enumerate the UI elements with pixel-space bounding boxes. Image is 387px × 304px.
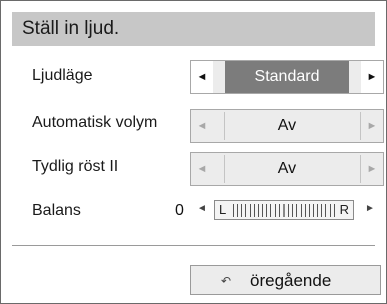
balance-left-marker: L [219,202,227,217]
clear-voice-next-button[interactable]: ► [361,153,383,185]
balance-right-arrow[interactable]: ► [365,203,375,214]
sound-mode-next-button[interactable]: ► [361,61,383,93]
menu-title: Ställ in ljud. [22,18,120,39]
balance-left-arrow[interactable]: ◄ [197,203,207,214]
clear-voice-label: Tydlig röst II [32,158,119,175]
back-arrow-icon: ↶ [221,274,232,288]
auto-volume-prev-button[interactable]: ◄ [191,110,213,142]
sound-mode-selector[interactable]: ◄ Standard ► [190,60,384,94]
back-button[interactable]: ↶ öregående [190,265,381,295]
auto-volume-selector[interactable]: ◄ Av ► [190,109,384,143]
sound-mode-prev-button[interactable]: ◄ [191,61,213,93]
menu-header: Ställ in ljud. [12,12,375,46]
auto-volume-value: Av [277,117,297,134]
back-button-label: öregående [250,271,332,290]
sound-settings-panel: Ställ in ljud. Ljudläge ◄ Standard ► Aut… [0,0,387,304]
sound-mode-label: Ljudläge [32,67,93,84]
balance-ticks [233,204,335,217]
clear-voice-prev-button[interactable]: ◄ [191,153,213,185]
clear-voice-value: Av [277,160,297,177]
auto-volume-next-button[interactable]: ► [361,110,383,142]
balance-slider[interactable]: L R [214,200,354,220]
balance-label: Balans [32,202,81,219]
balance-value: 0 [175,202,184,219]
sound-mode-value: Standard [225,61,349,93]
balance-right-marker: R [339,202,349,217]
divider [12,245,375,246]
clear-voice-selector[interactable]: ◄ Av ► [190,152,384,186]
auto-volume-label: Automatisk volym [32,114,158,131]
